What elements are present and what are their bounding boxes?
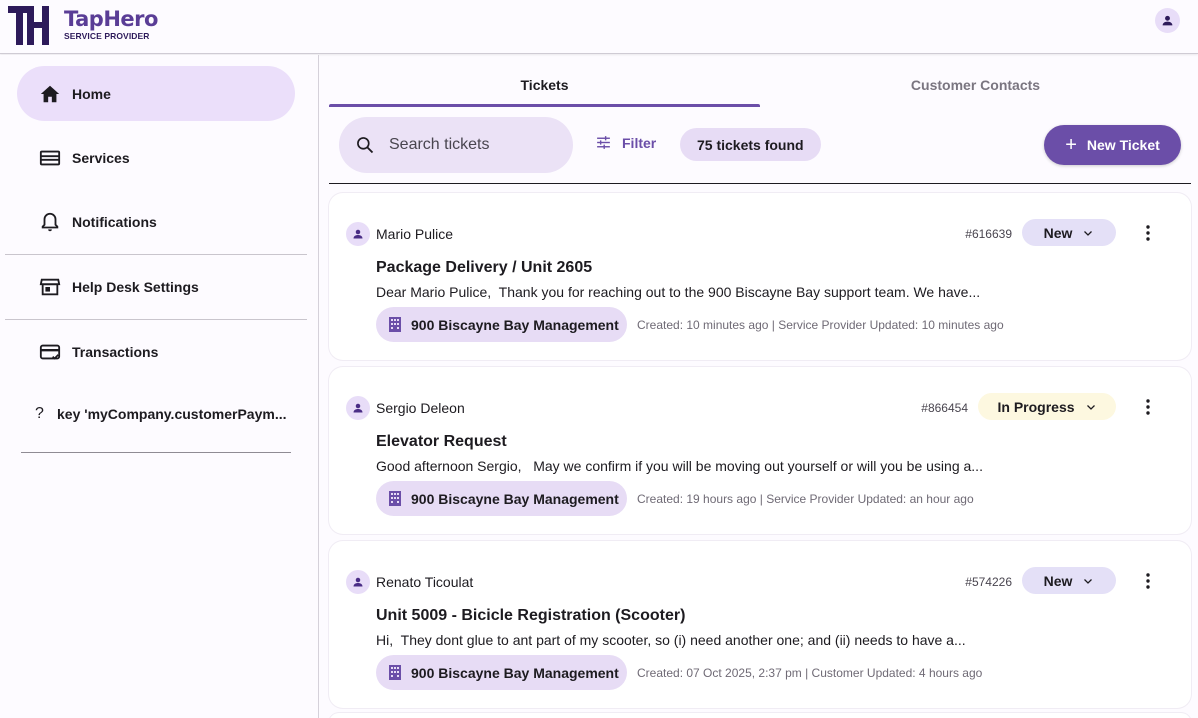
ticket-title: Unit 5009 - Bicicle Registration (Scoote… [376,607,686,624]
new-ticket-button[interactable]: + New Ticket [1044,125,1181,165]
status-label: New [1043,572,1073,589]
sidebar-item-label: key 'myCompany.customerPaym... [57,406,287,422]
person-icon [353,403,363,413]
property-label: 900 Biscayne Bay Management [411,490,619,507]
property-chip[interactable]: 900 Biscayne Bay Management [376,481,627,516]
sidebar-item-label: Services [72,149,130,166]
ticket-preview: Dear Mario Pulice, Thank you for reachin… [376,284,981,300]
sidebar-nav: Home Services Notifications Help Desk Se… [0,55,319,718]
home-icon [38,82,62,106]
chevron-down-icon [1085,401,1097,413]
tickets-toolbar: Filter 75 tickets found + New Ticket [329,116,1191,184]
search-icon [357,137,374,154]
status-dropdown[interactable]: In Progress [978,393,1116,420]
chevron-down-icon [1082,575,1094,587]
ticket-count-chip: 75 tickets found [680,128,821,161]
tune-icon [597,136,610,149]
sidebar-item-services[interactable]: Services [17,130,295,185]
sidebar-item-label: Home [72,85,111,102]
requester-avatar [346,570,370,594]
taphero-logo-mark-icon [8,6,49,45]
sidebar-divider [5,319,307,320]
requester-name: Mario Pulice [376,226,454,242]
more-vert-icon [1146,399,1150,415]
requester-avatar [346,396,370,420]
chevron-down-icon [1082,227,1094,239]
account-avatar-button[interactable] [1155,8,1180,33]
filter-button[interactable]: Filter [595,134,656,151]
tab-bar: Tickets Customer Contacts [329,62,1191,108]
taphero-logo[interactable]: TapHero SERVICE PROVIDER [8,4,158,46]
search-bar[interactable] [339,117,573,173]
ticket-meta: Created: 07 Oct 2025, 2:37 pm | Customer… [637,666,983,680]
ticket-id: #616639 [965,227,1012,241]
filter-label: Filter [622,134,657,151]
building-icon [386,316,403,333]
sidebar-item-notifications[interactable]: Notifications [17,194,295,249]
ticket-id: #574226 [965,575,1012,589]
brand-subtitle: SERVICE PROVIDER [64,31,150,42]
sidebar-divider [5,254,307,255]
ticket-card[interactable]: Renato Ticoulat #574226 New Unit 5009 - … [329,541,1191,708]
sidebar-item-label: Transactions [72,343,159,360]
top-app-bar: TapHero SERVICE PROVIDER [0,0,1198,54]
requester-name: Sergio Deleon [376,400,465,416]
storefront-icon [38,275,62,299]
ticket-card-partial[interactable] [329,713,1191,718]
sidebar-item-missing-translation[interactable]: ? key 'myCompany.customerPaym... [35,405,287,423]
ticket-meta: Created: 10 minutes ago | Service Provid… [637,318,1004,332]
more-options-button[interactable] [1139,223,1157,243]
more-options-button[interactable] [1139,397,1157,417]
more-vert-icon [1146,225,1150,241]
ticket-id: #866454 [921,401,968,415]
tab-customer-contacts[interactable]: Customer Contacts [760,62,1191,108]
tab-tickets[interactable]: Tickets [329,62,760,108]
sidebar-item-home[interactable]: Home [17,66,295,121]
property-chip[interactable]: 900 Biscayne Bay Management [376,655,627,690]
ticket-card[interactable]: Mario Pulice #616639 New Package Deliver… [329,193,1191,360]
more-vert-icon [1146,573,1150,589]
ticket-card[interactable]: Sergio Deleon #866454 In Progress Elevat… [329,367,1191,534]
person-icon [353,229,363,239]
property-label: 900 Biscayne Bay Management [411,664,619,681]
plus-icon: + [1065,134,1077,156]
ticket-meta: Created: 19 hours ago | Service Provider… [637,492,974,506]
credit-card-icon [38,340,62,364]
ticket-title: Package Delivery / Unit 2605 [376,259,593,276]
more-options-button[interactable] [1139,571,1157,591]
search-input[interactable] [389,136,549,154]
sidebar-item-transactions[interactable]: Transactions [17,324,295,379]
status-dropdown[interactable]: New [1022,219,1116,246]
sidebar-divider [21,452,291,453]
status-dropdown[interactable]: New [1022,567,1116,594]
building-icon [386,664,403,681]
ticket-preview: Good afternoon Sergio, May we confirm if… [376,458,983,474]
active-tab-indicator [329,104,760,107]
person-icon [353,577,363,587]
sidebar-item-label: Help Desk Settings [72,278,199,295]
requester-avatar [346,222,370,246]
ticket-title: Elevator Request [376,433,507,450]
status-label: New [1043,224,1073,241]
brand-name: TapHero [64,7,158,32]
ticket-preview: Hi, They dont glue to ant part of my sco… [376,632,966,648]
new-ticket-label: New Ticket [1086,137,1160,153]
property-label: 900 Biscayne Bay Management [411,316,619,333]
status-label: In Progress [997,398,1075,415]
person-icon [1162,15,1173,26]
bell-icon [38,210,62,234]
services-icon [38,146,62,170]
sidebar-item-label: Notifications [72,213,157,230]
question-mark-icon: ? [35,405,44,422]
property-chip[interactable]: 900 Biscayne Bay Management [376,307,627,342]
requester-name: Renato Ticoulat [376,574,474,590]
building-icon [386,490,403,507]
sidebar-item-help-desk-settings[interactable]: Help Desk Settings [17,259,295,314]
